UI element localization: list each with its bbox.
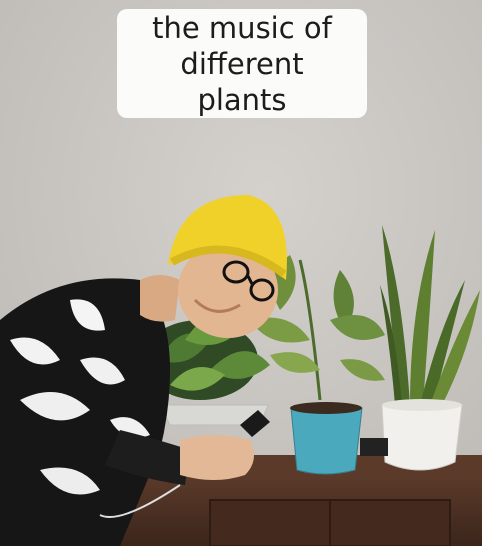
video-frame: the music of different plants [0, 0, 482, 546]
caption-text: the music of different plants [152, 10, 332, 117]
speaker-device [360, 438, 388, 456]
caption-box: the music of different plants [117, 9, 367, 118]
